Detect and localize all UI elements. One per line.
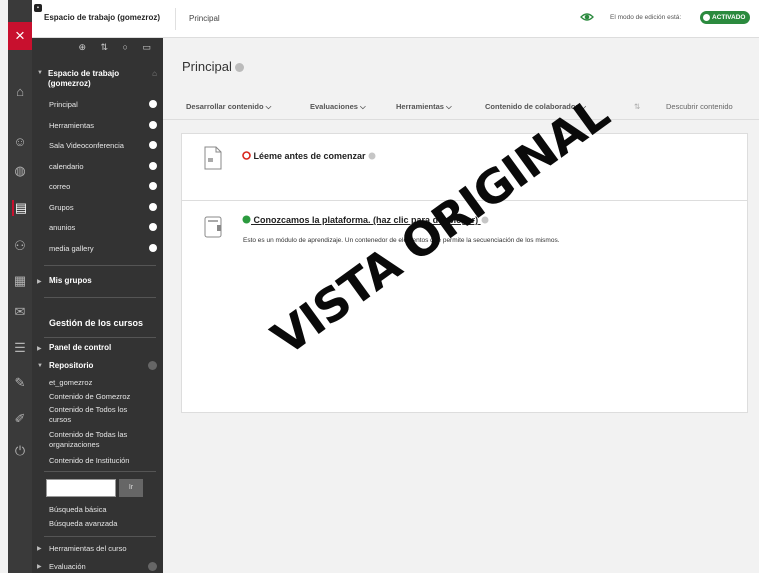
menu-link-correo[interactable]: correo [32,180,163,201]
action-label: Herramientas [396,102,444,111]
learning-module-icon [204,216,222,238]
repo-item-all-courses[interactable]: Contenido de Todos los cursos [49,405,149,424]
menu-divider [44,471,156,472]
course-menu: ⊕ ⇅ ○ ▭ ▼ Espacio de trabajo (gomezroz) … [32,38,163,573]
repo-item-gomezroz-content[interactable]: Contenido de Gomezroz [49,392,149,402]
main-content: Principal Desarrollar contenido ⌵ Evalua… [163,38,759,573]
menu-divider [44,265,156,266]
repo-item-et-gomezroz[interactable]: et_gomezroz [49,378,149,388]
institution-icon[interactable]: ⌂ [12,84,28,100]
menu-link-options-icon[interactable] [149,161,157,170]
home-icon: ⌂ [152,69,157,78]
menu-link-label: Principal [49,100,78,109]
item-title-text: Léeme antes de comenzar [253,151,366,161]
action-label: Desarrollar contenido [186,102,264,111]
discover-content-button[interactable]: Descubrir contenido [666,102,733,111]
menu-link-label: Sala Videoconferencia [49,141,124,150]
grades-icon[interactable]: ☰ [12,340,28,356]
menu-links: Principal Herramientas Sala Videoconfere… [32,98,163,262]
profile-icon[interactable]: ☺ [12,134,28,150]
evaluation-link[interactable]: Evaluación [49,562,149,572]
groups-icon[interactable]: ⚇ [12,238,28,254]
menu-link-videoconferencia[interactable]: Sala Videoconferencia [32,139,163,160]
action-label: Evaluaciones [310,102,358,111]
menu-link-label: anunios [49,223,76,232]
menu-divider [44,536,156,537]
repo-item-institution[interactable]: Contenido de Institución [49,456,149,466]
app-window: × ⌂ ☺ ◍ ▤ ⚇ ▦ ✉ ☰ ✎ ✐ ⏻ Espacio de traba… [0,0,759,573]
repository-link[interactable]: Repositorio [49,361,93,370]
course-management-heading: Gestión de los cursos [49,318,144,328]
globe-icon[interactable]: ◍ [12,163,28,179]
repository-options-icon[interactable] [148,361,157,370]
menu-link-label: calendario [49,161,84,171]
tools-menu[interactable]: Herramientas ⌵ [396,102,452,112]
menu-link-calendario[interactable]: calendario [32,160,163,181]
action-bar: Desarrollar contenido ⌵ Evaluaciones ⌵ H… [163,92,759,120]
status-dot-icon [242,215,251,224]
menu-link-grupos[interactable]: Grupos [32,201,163,222]
menu-link-options-icon[interactable] [149,243,157,252]
course-tools-link[interactable]: Herramientas del curso [49,544,149,554]
content-item-title[interactable]: Léeme antes de comenzar [242,151,376,161]
course-title[interactable]: Espacio de trabajo (gomezroz) [44,13,160,22]
menu-link-label: correo [49,182,71,191]
calendar-icon[interactable]: ▦ [12,273,28,289]
menu-link-label: Grupos [49,202,74,212]
menu-link-options-icon[interactable] [149,141,157,149]
menu-link-options-icon[interactable] [149,202,157,211]
basic-search-link[interactable]: Búsqueda básica [49,505,149,515]
menu-link-herramientas[interactable]: Herramientas [32,119,163,140]
top-bar: Espacio de trabajo (gomezroz) Principal … [32,0,759,38]
my-groups-link[interactable]: Mis grupos [49,276,92,285]
edit-icon[interactable]: ✐ [12,411,28,427]
menu-link-options-icon[interactable] [149,100,157,108]
menu-link-principal[interactable]: Principal [32,98,163,119]
breadcrumb[interactable]: Principal [189,14,220,23]
menu-link-options-icon[interactable] [149,223,157,231]
menu-link-anunios[interactable]: anunios [32,221,163,242]
messages-icon[interactable]: ✉ [12,304,28,320]
menu-link-label: media gallery [49,243,94,253]
workspace-title[interactable]: Espacio de trabajo (gomezroz) [48,69,138,89]
student-preview-eye-icon[interactable] [580,10,594,24]
assessments-menu[interactable]: Evaluaciones ⌵ [310,102,366,112]
edit-mode-label: El modo de edición está: [610,14,682,21]
menu-tools-icons[interactable]: ⊕ ⇅ ○ ▭ [78,42,157,53]
page-title: Principal [182,59,232,74]
close-menu-button[interactable]: × [8,22,32,50]
global-nav-rail: × ⌂ ☺ ◍ ▤ ⚇ ▦ ✉ ☰ ✎ ✐ ⏻ [8,0,32,573]
chevron-right-icon[interactable]: ▶ [37,545,42,552]
menu-divider [44,337,156,338]
advanced-search-link[interactable]: Búsqueda avanzada [49,519,149,529]
item-options-icon[interactable] [368,152,376,160]
pin-icon: ⬩ [34,4,42,12]
status-ring-icon [242,151,251,160]
search-go-button[interactable]: Ir [119,479,143,497]
document-icon [204,146,222,170]
tools-icon[interactable]: ✎ [12,375,28,391]
signout-icon[interactable]: ⏻ [12,443,28,459]
build-content-menu[interactable]: Desarrollar contenido ⌵ [186,102,271,112]
chevron-down-icon[interactable]: ▼ [37,70,43,76]
reorder-icon[interactable]: ⇅ [634,102,640,111]
menu-divider [44,297,156,298]
chevron-right-icon[interactable]: ▶ [37,345,42,352]
chevron-down-icon[interactable]: ▼ [37,363,43,369]
edit-mode-toggle[interactable]: ACTIVADO [700,11,751,24]
menu-link-label: Herramientas [49,120,95,130]
repository-search-input[interactable] [46,479,116,497]
topbar-divider [175,8,176,30]
menu-link-options-icon[interactable] [149,182,157,190]
menu-link-options-icon[interactable] [149,120,157,129]
courses-icon[interactable]: ▤ [12,200,28,216]
chevron-right-icon[interactable]: ▶ [37,563,42,570]
repo-item-all-organizations[interactable]: Contenido de Todas las organizaciones [49,430,149,449]
page-title-row: Principal [182,59,244,74]
menu-link-media-gallery[interactable]: media gallery [32,242,163,263]
evaluation-options-icon[interactable] [148,562,157,571]
chevron-right-icon[interactable]: ▶ [37,278,42,285]
title-options-icon[interactable] [234,63,244,73]
control-panel-link[interactable]: Panel de control [49,343,111,352]
